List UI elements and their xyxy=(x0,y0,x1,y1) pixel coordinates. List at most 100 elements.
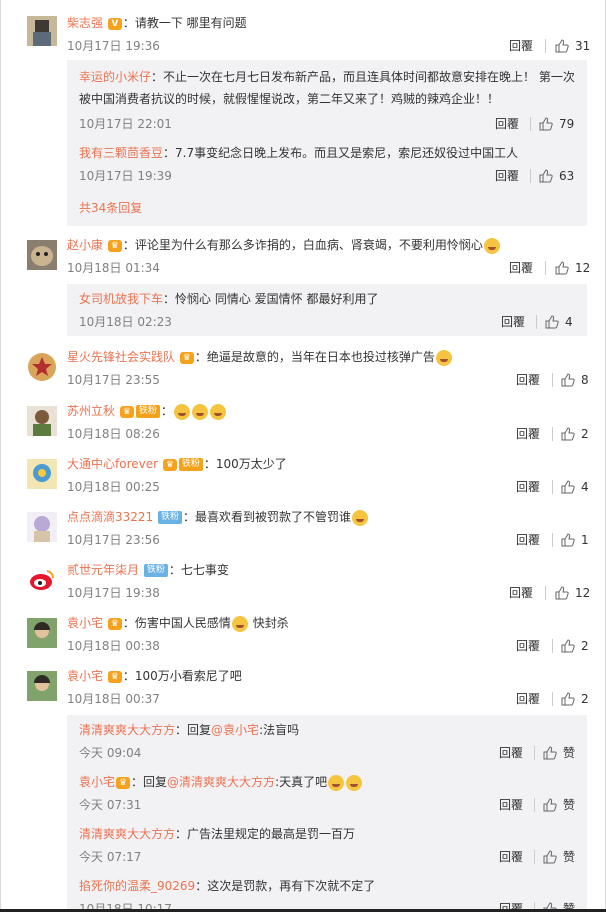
like-count: 1 xyxy=(581,533,589,547)
like-button[interactable]: 赞 xyxy=(543,797,575,813)
avatar[interactable] xyxy=(27,240,57,270)
like-button[interactable]: 2 xyxy=(561,638,589,654)
like-count: 63 xyxy=(559,169,575,183)
thumbs-up-icon xyxy=(539,169,553,183)
reply-text: 7.7事变纪念日晚上发布。而且又是索尼，索尼还奴役过中国工人 xyxy=(175,146,519,160)
thumbs-up-icon xyxy=(561,480,575,494)
reply-date: 今天 07:31 xyxy=(79,798,142,812)
thumbs-up-icon xyxy=(561,427,575,441)
comment-username[interactable]: 袁小宅 xyxy=(67,669,103,683)
emoji-icon xyxy=(346,774,363,791)
comment-date: 10月18日 00:38 xyxy=(67,639,160,653)
vip-badge-icon: ♛ xyxy=(107,670,122,683)
avatar[interactable] xyxy=(27,618,57,648)
emoji-icon xyxy=(191,403,208,420)
like-button[interactable]: 12 xyxy=(555,260,590,276)
comment-username[interactable]: 赵小康 xyxy=(67,238,103,252)
comment-text: 绝逼是故意的，当年在日本也投过核弹广告 xyxy=(206,350,435,364)
comment-username[interactable]: 点点滴滴33221 xyxy=(67,510,153,524)
comment-username[interactable]: 柴志强 xyxy=(67,16,103,30)
comment-date: 10月17日 19:38 xyxy=(67,586,160,600)
comment-username[interactable]: 苏州立秋 xyxy=(67,404,115,418)
reply-button[interactable]: 回覆 xyxy=(495,168,519,184)
reply-text: :法盲吗 xyxy=(259,723,300,737)
reply-button[interactable]: 回覆 xyxy=(509,38,533,54)
like-button[interactable]: 12 xyxy=(555,585,590,601)
like-button[interactable]: 31 xyxy=(555,38,590,54)
like-button[interactable]: 4 xyxy=(561,479,589,495)
reply-button[interactable]: 回覆 xyxy=(499,745,523,761)
thumbs-up-icon xyxy=(561,373,575,387)
reply-button[interactable]: 回覆 xyxy=(516,532,540,548)
comment-text-tail: 快封杀 xyxy=(252,616,289,630)
comment-text: 七七事变 xyxy=(180,563,229,577)
comment-date: 10月17日 19:36 xyxy=(67,39,160,53)
emoji-icon xyxy=(231,615,248,632)
reply-button[interactable]: 回覆 xyxy=(495,116,519,132)
reply-date: 10月18日 02:23 xyxy=(79,315,172,329)
emoji-icon xyxy=(328,774,345,791)
reply-username[interactable]: 我有三颗茴香豆 xyxy=(79,146,163,160)
reply-username[interactable]: 幸运的小米仔 xyxy=(79,70,151,84)
comment-username[interactable]: 贰世元年柒月 xyxy=(67,563,139,577)
reply-button[interactable]: 回覆 xyxy=(499,849,523,865)
reply-button[interactable]: 回覆 xyxy=(516,372,540,388)
comment-date: 10月17日 23:55 xyxy=(67,373,160,387)
reply-text: 怜悯心 同情心 爱国情怀 都最好利用了 xyxy=(175,292,379,306)
mention-link[interactable]: @袁小宅 xyxy=(211,723,259,737)
like-count: 8 xyxy=(581,373,589,387)
like-button[interactable]: 63 xyxy=(539,168,574,184)
comment-username[interactable]: 袁小宅 xyxy=(67,616,103,630)
mention-link[interactable]: @清清爽爽大大方方 xyxy=(167,775,275,789)
reply-username[interactable]: 清清爽爽大大方方 xyxy=(79,723,175,737)
avatar[interactable] xyxy=(27,512,57,542)
reply-username[interactable]: 袁小宅 xyxy=(79,775,115,789)
comment-username[interactable]: 大通中心forever xyxy=(67,457,158,471)
avatar[interactable] xyxy=(27,352,57,382)
emoji-icon xyxy=(173,403,190,420)
reply-username[interactable]: 掐死你的温柔_90269 xyxy=(79,879,195,893)
avatar[interactable] xyxy=(27,671,57,701)
comment-text: 最喜欢看到被罚款了不管罚谁 xyxy=(195,510,352,524)
reply-button[interactable]: 回覆 xyxy=(509,585,533,601)
vip-badge-icon: ♛ xyxy=(179,351,194,364)
like-button[interactable]: 8 xyxy=(561,372,589,388)
reply-button[interactable]: 回覆 xyxy=(516,691,540,707)
reply-button[interactable]: 回覆 xyxy=(516,479,540,495)
more-replies-link[interactable]: 共34条回复 xyxy=(79,200,142,216)
reply-button[interactable]: 回覆 xyxy=(516,426,540,442)
thumbs-up-icon xyxy=(561,533,575,547)
reply-date: 10月17日 19:39 xyxy=(79,169,172,183)
reply-username[interactable]: 清清爽爽大大方方 xyxy=(79,827,175,841)
comment-text: 100万太少了 xyxy=(215,457,287,471)
like-label: 赞 xyxy=(563,746,576,760)
avatar[interactable] xyxy=(27,565,57,595)
comment-username[interactable]: 星火先锋社会实践队 xyxy=(67,350,175,364)
vip-badge-icon: ♛ xyxy=(116,776,131,789)
avatar[interactable] xyxy=(27,459,57,489)
like-button[interactable]: 79 xyxy=(539,116,574,132)
reply-button[interactable]: 回覆 xyxy=(499,797,523,813)
reply-box: 女司机放我下车：怜悯心 同情心 爱国情怀 都最好利用了 10月18日 02:23… xyxy=(67,284,587,336)
comment-text: 请教一下 哪里有问题 xyxy=(134,16,247,30)
comment-list: 柴志强 V ：请教一下 哪里有问题 10月17日 19:36 回覆 31 幸运的小… xyxy=(0,0,606,912)
like-button[interactable]: 赞 xyxy=(543,745,575,761)
like-button[interactable]: 2 xyxy=(561,691,589,707)
avatar[interactable] xyxy=(27,16,57,46)
like-button[interactable]: 赞 xyxy=(543,849,575,865)
verified-badge-icon: V xyxy=(107,17,122,30)
like-button[interactable]: 4 xyxy=(545,314,573,330)
reply-date: 10月17日 22:01 xyxy=(79,117,172,131)
reply-button[interactable]: 回覆 xyxy=(516,638,540,654)
reply-button[interactable]: 回覆 xyxy=(509,260,533,276)
reply-button[interactable]: 回覆 xyxy=(501,314,525,330)
comment-text: 评论里为什么有那么多诈捐的，白血病、肾衰竭，不要利用怜悯心 xyxy=(134,238,483,252)
like-button[interactable]: 2 xyxy=(561,426,589,442)
fan-badge: 铁粉 xyxy=(178,458,203,471)
avatar[interactable] xyxy=(27,406,57,436)
reply-box: 清清爽爽大大方方：回复@袁小宅:法盲吗 今天 09:04 回覆 赞 袁小宅 ♛ ：回… xyxy=(67,715,587,912)
emoji-icon xyxy=(352,509,369,526)
reply-username[interactable]: 女司机放我下车 xyxy=(79,292,163,306)
thumbs-up-icon xyxy=(555,261,569,275)
like-button[interactable]: 1 xyxy=(561,532,589,548)
